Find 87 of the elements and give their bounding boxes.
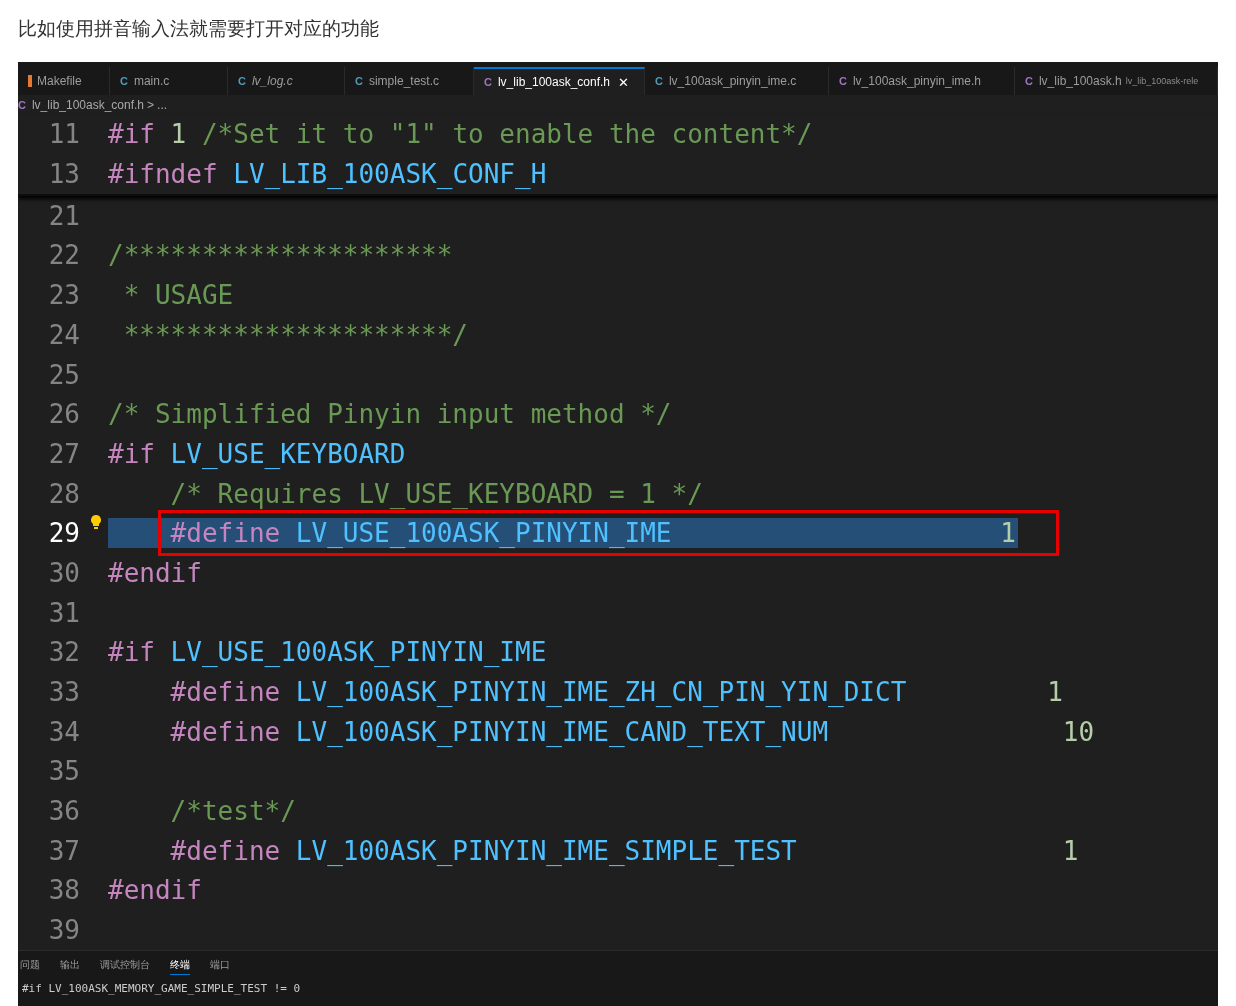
line-number: 27 [47,440,81,467]
code-token: LV_USE_100ASK_PINYIN_IME [169,639,547,666]
code-token: 1 [999,520,1016,547]
line-number: 28 [47,480,81,507]
file-icon: C [1025,73,1033,90]
code-token: LV_LIB_100ASK_CONF_H [232,161,547,188]
panel-tab[interactable]: 问题 [20,957,40,975]
code-token: #define [169,718,281,745]
code-token: LV_USE_100ASK_PINYIN_IME [294,520,672,547]
breadcrumb-item[interactable]: lv_lib_100ask_conf.h [31,95,145,114]
code-token: *********************/ [122,321,469,348]
code-token: #if [108,121,155,148]
code-token: 10 [1061,718,1095,745]
code-token: #define [169,837,281,864]
line-number: 30 [47,559,81,586]
breadcrumb-item[interactable]: ... [157,95,168,114]
code-token: LV_100ASK_PINYIN_IME_CAND_TEXT_NUM [294,718,829,745]
line-number: 13 [47,161,81,188]
code-token: /* Requires LV_USE_KEYBOARD = 1 */ [169,480,703,507]
editor-tab[interactable]: C lv_log.c [228,67,345,96]
tab-label: lv_lib_100ask.h [1038,73,1122,91]
code-token: /* Simplified Pinyin input method */ [108,401,672,428]
code-token: /*test*/ [169,798,296,825]
code-token: * USAGE [122,282,234,309]
line-number: 36 [47,798,81,825]
tab-label: lv_lib_100ask_conf.h [497,74,611,92]
code-token: /*Set it to "1" to enable the content*/ [200,121,813,148]
lightbulb-icon [91,515,101,530]
code-token: #if [108,639,155,666]
line-number: 11 [47,121,81,148]
tab-label: main.c [133,73,170,91]
line-number: 29 [47,520,81,547]
line-number: 32 [47,639,81,666]
editor-tab[interactable]: C lv_lib_100ask.h lv_lib_100ask-rele [1015,67,1218,96]
file-icon: C [120,73,128,90]
tab-description: lv_lib_100ask-rele [1125,74,1199,88]
panel-tab[interactable]: 输出 [60,957,80,975]
editor-tab[interactable]: C lv_100ask_pinyin_ime.c [645,67,829,96]
code-token: LV_100ASK_PINYIN_IME_SIMPLE_TEST [294,837,797,864]
line-number: 34 [47,718,81,745]
file-icon: C [238,73,246,90]
line-number: 37 [47,837,81,864]
tab-label: lv_100ask_pinyin_ime.c [668,73,797,91]
tab-label: simple_test.c [368,73,439,91]
line-number: 33 [47,679,81,705]
code-token: 1 [1046,679,1063,705]
close-icon[interactable]: ✕ [618,72,630,92]
caption-text: 比如使用拼音输入法就需要打开对应的功能 [17,16,380,41]
line-number: 31 [47,599,81,626]
editor-tab[interactable]: C main.c [110,67,228,96]
breadcrumb-separator: > [147,96,155,114]
line-number: 22 [47,242,81,269]
code-token: #endif [108,559,202,586]
code-token: #if [108,440,155,467]
editor-tab[interactable]: C lv_lib_100ask_conf.h ✕ [474,67,645,96]
code-token: 1 [1061,837,1079,864]
line-number: 23 [47,282,81,309]
editor-tab[interactable]: Makefile [18,67,110,96]
code-token: #ifndef [108,161,218,188]
file-icon: C [655,73,663,90]
code-token: 1 [169,121,187,148]
code-token: #define [169,520,281,547]
tab-label: lv_log.c [251,73,293,91]
file-icon: C [484,74,492,91]
file-icon: C [839,73,847,90]
code-token: /********************* [108,242,453,269]
line-number: 21 [47,202,81,229]
tab-label: Makefile [37,73,82,91]
file-icon: C [355,73,363,90]
code-token: LV_100ASK_PINYIN_IME_ZH_CN_PIN_YIN_DICT [294,679,907,705]
line-number: 35 [47,758,81,785]
code-token: #define [169,679,281,705]
makefile-icon [28,75,32,88]
panel-tab[interactable]: 端口 [210,957,230,975]
tab-label: lv_100ask_pinyin_ime.h [852,73,982,91]
panel-tab[interactable]: 调试控制台 [100,957,150,975]
file-icon: C [18,96,26,114]
terminal-line: #if LV_100ASK_MEMORY_GAME_SIMPLE_TEST != 0 [21,981,302,997]
code-token: LV_USE_KEYBOARD [169,440,406,467]
code-token: #endif [108,877,202,904]
line-number: 26 [47,401,81,428]
editor-tab[interactable]: C lv_100ask_pinyin_ime.h [829,67,1015,96]
line-number: 24 [47,321,81,348]
line-number: 25 [47,361,81,388]
line-number: 39 [47,917,81,944]
line-number: 38 [47,877,81,904]
panel-tab[interactable]: 终端 [170,957,190,975]
